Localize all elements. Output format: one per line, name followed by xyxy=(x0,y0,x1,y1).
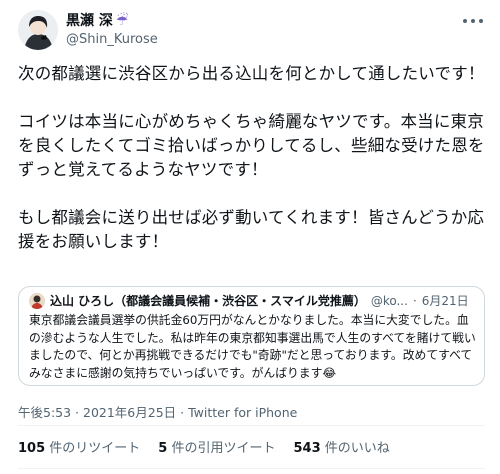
likes-count: 543 xyxy=(293,441,321,456)
divider xyxy=(18,425,485,426)
quoted-tweet[interactable]: 込山 ひろし（都議会議員候補・渋谷区・スマイル党推薦） @ko... · 6月2… xyxy=(18,286,485,386)
tweet-card: 黒瀬 深 ☔ @Shin_Kurose 次の都議選に渋谷区から出る込山を何とかし… xyxy=(0,0,500,474)
likes-stat[interactable]: 543 件のいいね xyxy=(294,437,390,456)
quoted-author-avatar xyxy=(29,293,45,309)
tweet-text: 次の都議選に渋谷区から出る込山を何とかして通したいです！ コイツは本当に心がめち… xyxy=(18,62,486,278)
tweet-paragraph: もし都議会に送り出せば必ず動いてくれます！皆さんどうか応援をお願いします！ xyxy=(18,208,485,251)
more-options-icon[interactable] xyxy=(463,14,483,28)
author-avatar[interactable] xyxy=(18,10,58,50)
quotes-stat[interactable]: 5 件の引用ツイート xyxy=(158,437,275,456)
quoted-author-handle: @ko... xyxy=(370,294,408,308)
quotes-count: 5 xyxy=(158,441,168,456)
tweet-paragraph: コイツは本当に心がめちゃくちゃ綺麗なヤツです。本当に東京を良くしたくてゴミ拾いば… xyxy=(18,112,485,179)
tweet-timestamp[interactable]: 午後5:53 · 2021年6月25日 · Twitter for iPhone xyxy=(18,402,297,421)
tweet-stats: 105 件のリツイート 5 件の引用ツイート 543 件のいいね xyxy=(18,437,390,456)
more-dot xyxy=(471,19,475,23)
divider xyxy=(18,468,485,469)
retweets-label: 件のリツイート xyxy=(49,441,141,456)
quoted-tweet-text: 東京都議会議員選挙の供託金60万円がなんとかなりました。本当に大変でした。血の滲… xyxy=(29,313,476,380)
author-display-name[interactable]: 黒瀬 深 xyxy=(66,12,113,30)
retweets-stat[interactable]: 105 件のリツイート xyxy=(18,437,140,456)
retweets-count: 105 xyxy=(18,441,46,456)
author-handle[interactable]: @Shin_Kurose xyxy=(66,32,158,48)
quoted-tweet-header: 込山 ひろし（都議会議員候補・渋谷区・スマイル党推薦） @ko... · 6月2… xyxy=(29,293,469,309)
quoted-date: 6月21日 xyxy=(421,294,469,308)
more-dot xyxy=(463,19,467,23)
likes-label: 件のいいね xyxy=(324,441,390,456)
author-name-row[interactable]: 黒瀬 深 ☔ xyxy=(66,12,128,30)
umbrella-icon: ☔ xyxy=(115,13,129,29)
quoted-author-name: 込山 ひろし（都議会議員候補・渋谷区・スマイル党推薦） xyxy=(50,294,366,308)
quoted-separator: · xyxy=(412,294,417,308)
quotes-label: 件の引用ツイート xyxy=(171,441,276,456)
tweet-paragraph: 次の都議選に渋谷区から出る込山を何とかして通したいです！ xyxy=(18,64,485,83)
more-dot xyxy=(479,19,483,23)
